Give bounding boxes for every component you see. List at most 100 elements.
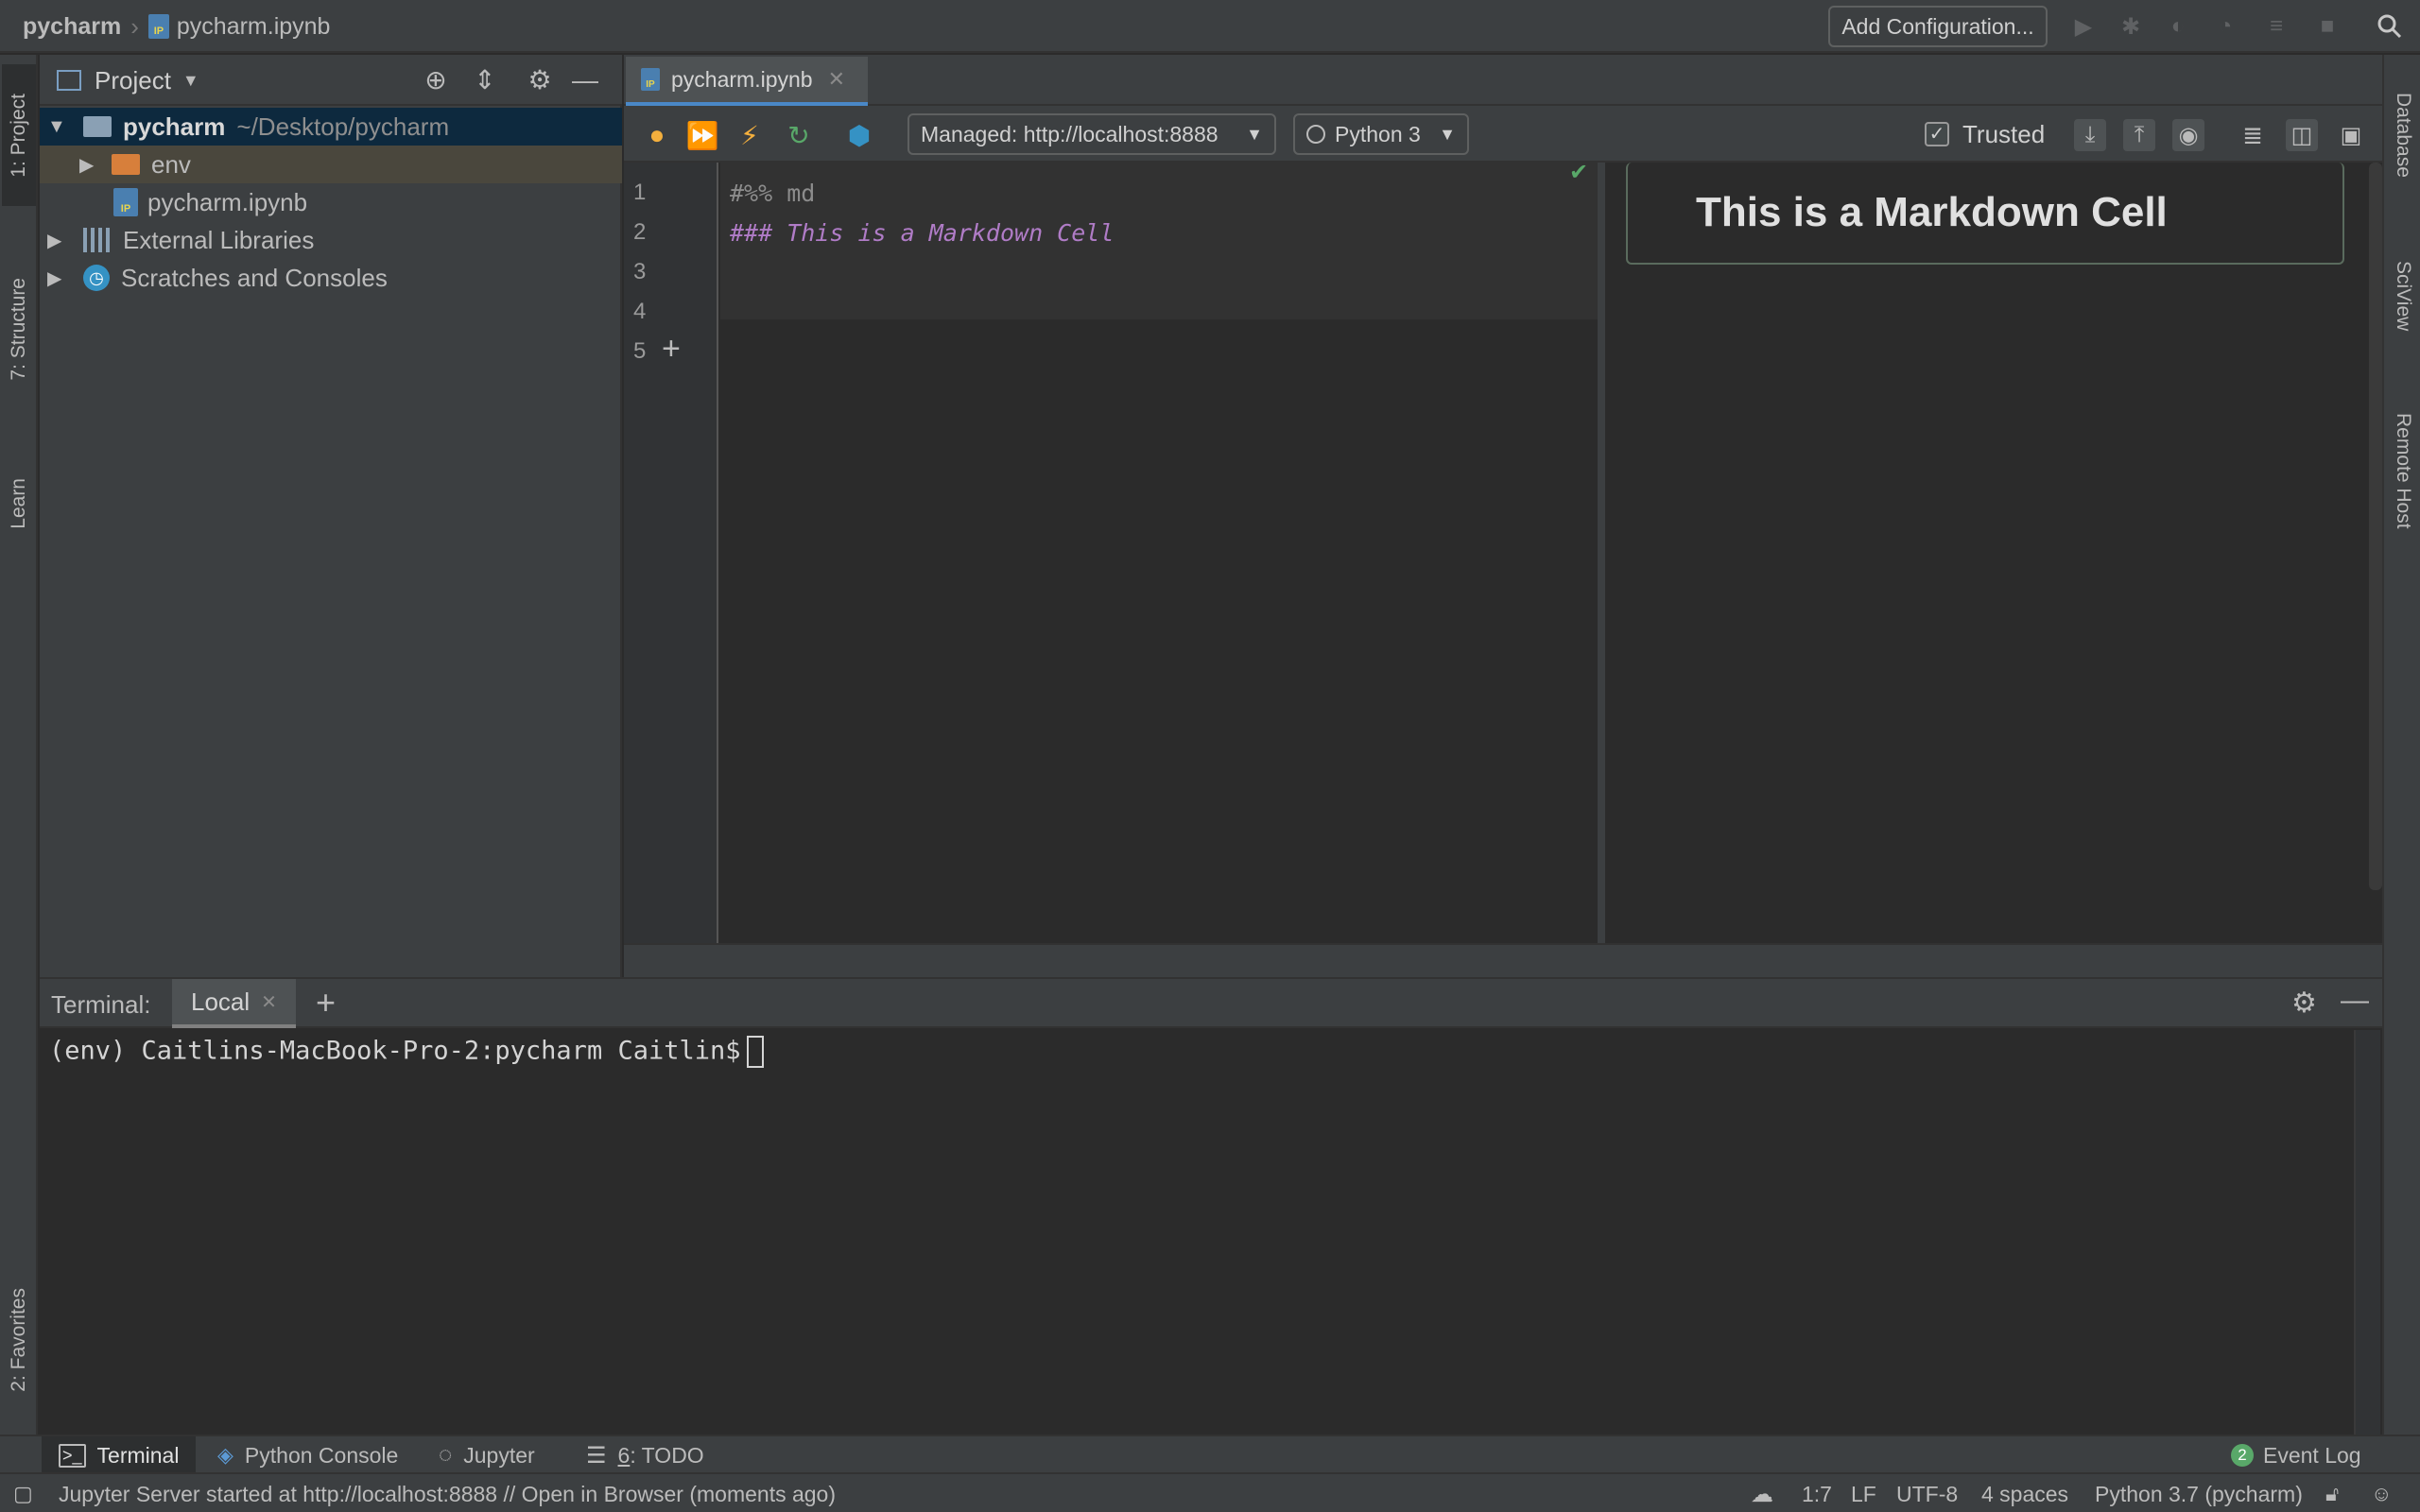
tab-database[interactable]: Database — [2386, 64, 2420, 206]
search-icon[interactable] — [2377, 13, 2403, 40]
python-icon: ◈ — [217, 1443, 233, 1467]
kernel-status-icon — [1306, 125, 1325, 144]
project-view-title[interactable]: Project — [95, 66, 171, 95]
run-all-icon[interactable]: ⏩ — [686, 119, 719, 151]
gear-icon[interactable]: ⚙ — [2291, 987, 2317, 1020]
new-terminal-icon[interactable]: + — [316, 983, 336, 1022]
markdown-preview-pane: This is a Markdown Cell — [1605, 163, 2382, 943]
tab-python-console-label: Python Console — [244, 1442, 399, 1468]
tab-python-console[interactable]: ◈ Python Console — [217, 1436, 398, 1474]
tree-item-scratches[interactable]: ▶ ◷ Scratches and Consoles — [40, 259, 622, 297]
add-configuration-button[interactable]: Add Configuration... — [1828, 6, 2048, 47]
tab-favorites[interactable]: 2: Favorites — [2, 1255, 36, 1425]
file-encoding[interactable]: UTF-8 — [1896, 1474, 1958, 1512]
debug-icon[interactable]: ✱ — [2118, 13, 2144, 40]
tab-database-label: Database — [2393, 93, 2414, 178]
tab-sciview[interactable]: SciView — [2386, 225, 2420, 367]
lock-icon[interactable]: 🔓︎ — [2325, 1474, 2339, 1512]
lightning-icon[interactable]: ⚡ — [734, 119, 766, 151]
tab-label: pycharm.ipynb — [671, 66, 813, 92]
status-message[interactable]: Jupyter Server started at http://localho… — [59, 1474, 836, 1512]
split-view-icon[interactable]: ◫ — [2286, 119, 2318, 151]
preview-only-icon[interactable]: ▣ — [2335, 119, 2367, 151]
line-separator[interactable]: LF — [1851, 1474, 1876, 1512]
scratches-icon: ◷ — [83, 265, 110, 291]
terminal-scrollbar[interactable] — [2354, 1030, 2380, 1435]
preview-eye-icon[interactable]: ◉ — [2172, 119, 2204, 151]
editor-preview-splitter[interactable] — [1598, 163, 1605, 943]
terminal-title: Terminal: — [51, 990, 151, 1019]
tab-jupyter-label: Jupyter — [463, 1442, 535, 1468]
tree-item-pycharm[interactable]: ▼ pycharm ~/Desktop/pycharm — [40, 108, 622, 146]
coverage-icon[interactable]: ◐ — [2165, 13, 2191, 40]
move-cell-down-icon[interactable]: ⤓ — [2074, 119, 2106, 151]
collapsed-arrow-icon[interactable]: ▶ — [79, 153, 108, 177]
preview-markdown-cell[interactable]: This is a Markdown Cell — [1626, 163, 2344, 265]
tab-structure[interactable]: 7: Structure — [2, 225, 36, 433]
tab-event-log[interactable]: 2 Event Log — [2231, 1436, 2361, 1474]
kernel-value: Python 3 — [1335, 121, 1421, 146]
breadcrumb-project[interactable]: pycharm — [23, 13, 121, 41]
tab-project[interactable]: 1: Project — [2, 64, 36, 206]
chevron-down-icon: ▼ — [1246, 124, 1263, 144]
project-panel: Project ▼ ⊕ ⇕ ⚙ — ▼ pycharm ~/Desktop/py… — [40, 55, 622, 977]
close-icon[interactable]: ✕ — [261, 990, 277, 1014]
terminal-cursor — [746, 1036, 764, 1068]
folder-icon — [83, 116, 112, 137]
profile-icon[interactable]: ◔ — [2212, 13, 2238, 40]
expanded-arrow-icon[interactable]: ▼ — [47, 116, 76, 138]
terminal-output[interactable]: (env) Caitlins-MacBook-Pro-2:pycharm Cai… — [49, 1036, 764, 1068]
python-interpreter[interactable]: Python 3.7 (pycharm) — [2095, 1474, 2303, 1512]
tab-learn[interactable]: Learn — [2, 452, 36, 556]
tree-item-external-libraries[interactable]: ▶ External Libraries — [40, 221, 622, 259]
collapse-all-icon[interactable]: ⇕ — [471, 66, 499, 94]
stop-icon[interactable]: ■ — [2314, 13, 2341, 40]
hector-icon[interactable]: ☺ — [2371, 1474, 2392, 1512]
lightbulb-icon[interactable]: ● — [641, 119, 673, 151]
add-cell-icon[interactable]: + — [662, 331, 681, 368]
move-cell-up-icon[interactable]: ⤒ — [2123, 119, 2155, 151]
tree-item-notebook[interactable]: IP pycharm.ipynb — [40, 183, 622, 221]
tab-pycharm-ipynb[interactable]: IP pycharm.ipynb ✕ — [626, 57, 868, 106]
run-icon[interactable]: ▶ — [2070, 13, 2097, 40]
tab-todo[interactable]: ☰ 6: TODO — [586, 1436, 704, 1474]
indent-setting[interactable]: 4 spaces — [1981, 1474, 2068, 1512]
preview-scrollbar[interactable] — [2369, 163, 2382, 890]
tab-remote-host-label: Remote Host — [2393, 412, 2414, 529]
hide-panel-icon[interactable]: — — [571, 66, 599, 94]
tab-remote-host[interactable]: Remote Host — [2386, 381, 2420, 560]
gear-icon[interactable]: ⚙ — [526, 66, 554, 94]
notebook-file-icon: IP — [113, 188, 138, 216]
jupyter-server-dropdown[interactable]: Managed: http://localhost:8888 ▼ — [908, 113, 1276, 155]
trusted-checkbox[interactable]: ✓ — [1925, 122, 1949, 146]
chevron-down-icon[interactable]: ▼ — [182, 71, 199, 91]
code-line-markdown[interactable]: ### This is a Markdown Cell — [730, 219, 1114, 247]
jupyter-server-value: Managed: http://localhost:8888 — [921, 121, 1219, 146]
kernel-dropdown[interactable]: Python 3 ▼ — [1293, 113, 1469, 155]
git-icon[interactable]: ☁ — [1751, 1474, 1773, 1512]
breadcrumb-file[interactable]: pycharm.ipynb — [177, 13, 331, 41]
server-icon[interactable]: ⬢ — [843, 119, 875, 151]
notebook-toolbar: ● ⏩ ⚡ ↻ ⬢ Managed: http://localhost:8888… — [624, 106, 2382, 163]
code-line-cell-marker[interactable]: #%% md — [730, 180, 815, 207]
editor-only-icon[interactable]: ≣ — [2237, 119, 2269, 151]
line-number: 2 — [633, 219, 647, 245]
caret-position[interactable]: 1:7 — [1802, 1474, 1832, 1512]
toggle-tool-windows-icon[interactable]: ▢ — [13, 1474, 33, 1512]
tab-todo-number: 6 — [617, 1442, 631, 1468]
tree-item-env[interactable]: ▶ env — [40, 146, 622, 183]
locate-icon[interactable]: ⊕ — [422, 66, 450, 94]
terminal-tab-local[interactable]: Local ✕ — [172, 979, 296, 1028]
line-number: 1 — [633, 180, 647, 205]
terminal-prompt: (env) Caitlins-MacBook-Pro-2:pycharm Cai… — [49, 1036, 741, 1066]
collapsed-arrow-icon[interactable]: ▶ — [47, 266, 76, 290]
notebook-file-icon: IP — [147, 14, 169, 39]
concurrency-icon[interactable]: ≡ — [2263, 13, 2290, 40]
restart-kernel-icon[interactable]: ↻ — [783, 119, 815, 151]
hide-panel-icon[interactable]: — — [2341, 985, 2369, 1017]
collapsed-arrow-icon[interactable]: ▶ — [47, 229, 76, 252]
tab-terminal[interactable]: >_ Terminal — [42, 1436, 197, 1474]
tab-jupyter[interactable]: ◌ Jupyter — [439, 1436, 535, 1474]
close-icon[interactable]: ✕ — [828, 67, 845, 92]
trusted-toggle[interactable]: ✓ Trusted — [1925, 113, 2045, 155]
